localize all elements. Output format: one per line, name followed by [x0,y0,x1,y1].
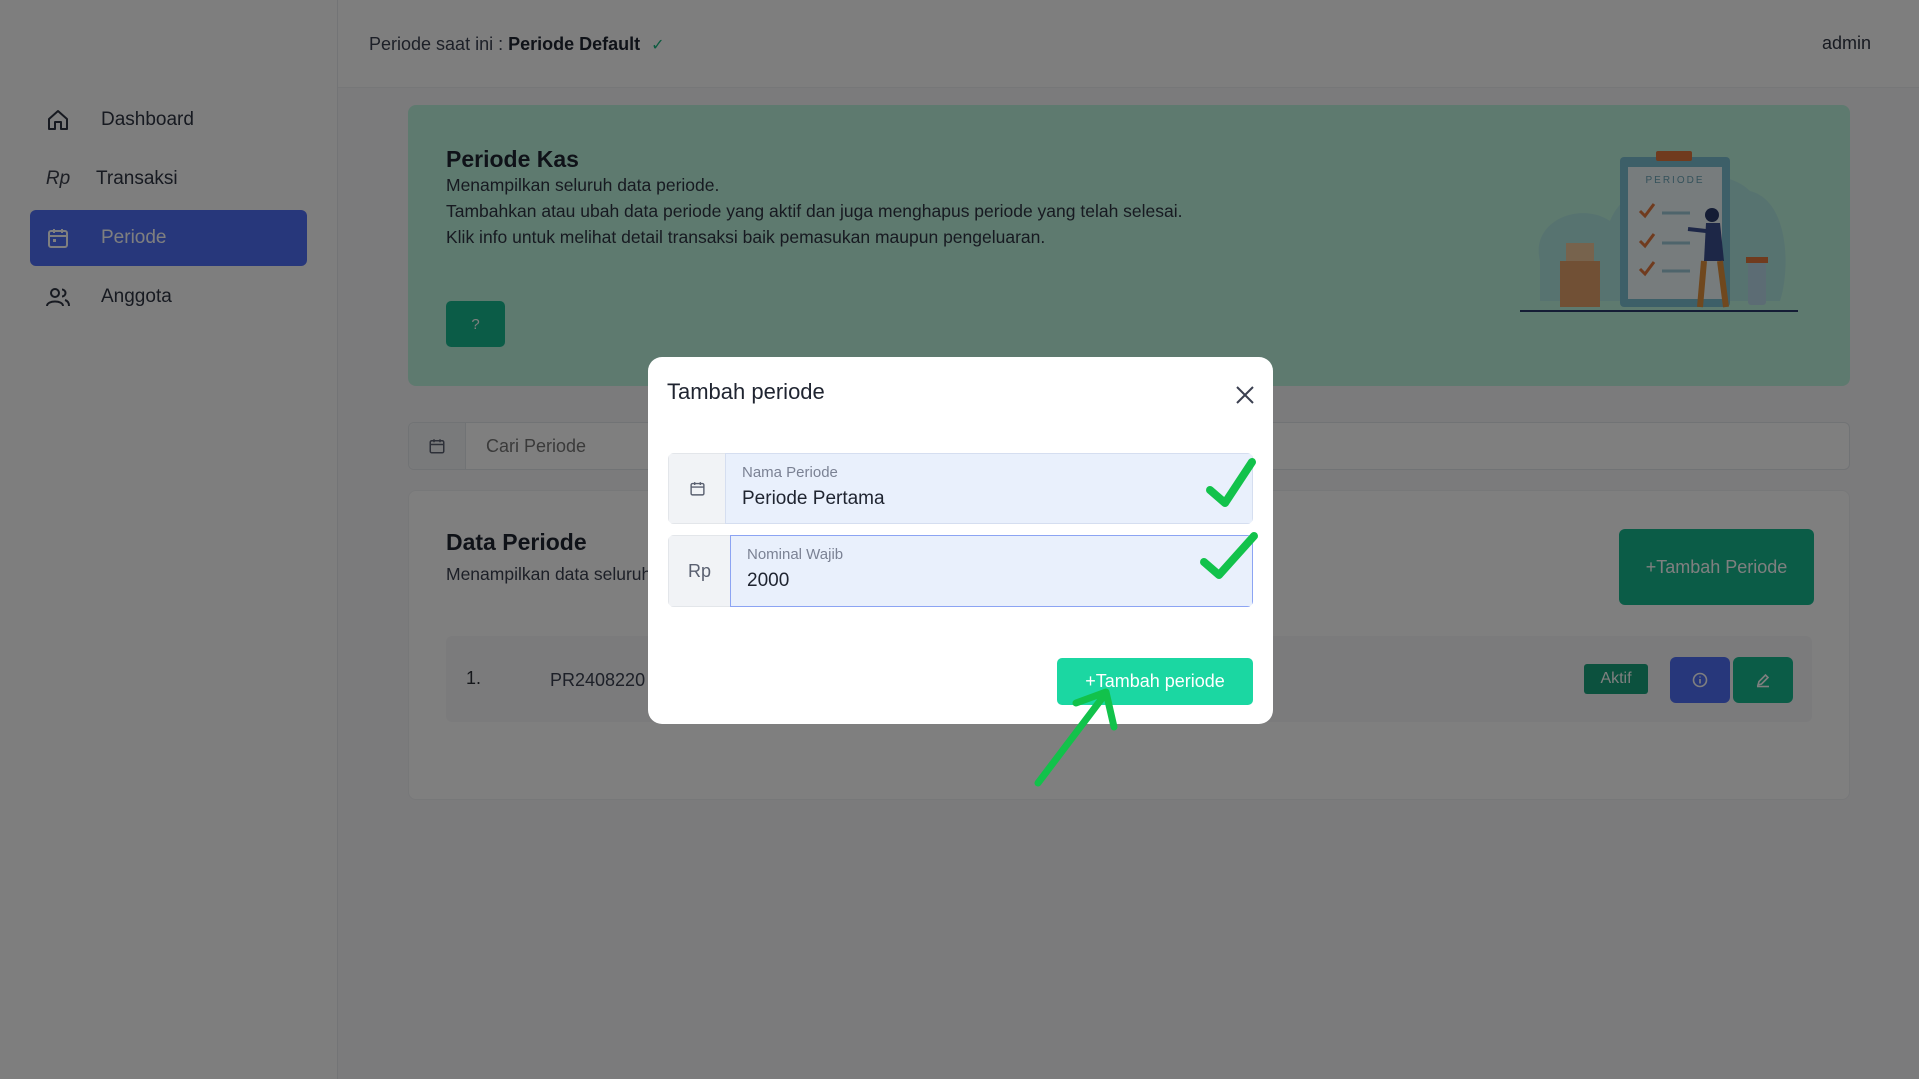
field-label: Nama Periode [742,464,838,481]
field-value: Periode Pertama [742,488,885,509]
nominal-input[interactable]: Nominal Wajib 2000 [730,535,1253,607]
close-icon[interactable] [1231,381,1259,409]
field-label: Nominal Wajib [747,546,844,563]
add-period-modal: Tambah periode Nama Periode Periode Pert… [648,357,1273,724]
period-name-field: Nama Periode Periode Pertama [668,453,1253,524]
period-name-input[interactable]: Nama Periode Periode Pertama [725,453,1253,524]
modal-title: Tambah periode [667,379,825,404]
nominal-field: Rp Nominal Wajib 2000 [668,535,1253,607]
calendar-icon [668,453,725,524]
rp-addon: Rp [668,535,730,607]
field-value: 2000 [747,570,790,591]
submit-button[interactable]: +Tambah periode [1057,658,1253,705]
